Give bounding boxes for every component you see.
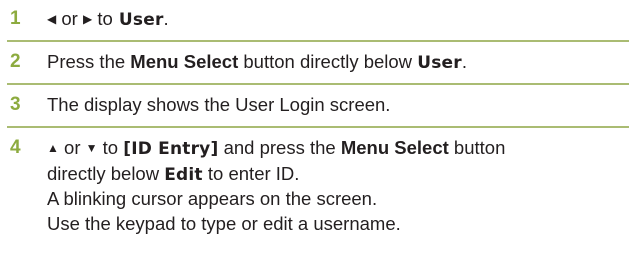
directly-below-text: directly below	[47, 162, 160, 184]
step-line-4: Use the keypad to type or edit a usernam…	[47, 212, 401, 234]
or-text: or	[61, 8, 78, 29]
period: .	[163, 8, 169, 29]
down-arrow-icon: ▼	[85, 141, 98, 155]
to-text: to	[97, 8, 113, 29]
menu-select-label: Menu Select	[130, 51, 239, 72]
step-text: ▲ or ▼ to [ID Entry] and press the Menu …	[47, 136, 629, 236]
step-text: The display shows the User Login screen.	[47, 94, 391, 115]
and-press-text: and press the	[223, 137, 336, 158]
step-line-3: A blinking cursor appears on the screen.	[47, 188, 378, 209]
user-label: User	[118, 10, 164, 30]
id-entry-label: [ID Entry]	[123, 139, 219, 159]
up-arrow-icon: ▲	[47, 141, 59, 155]
step-3: 3 The display shows the User Login scree…	[7, 88, 629, 128]
step-number: 1	[10, 8, 21, 29]
step-text: ◀ or ▶ to User.	[47, 7, 629, 32]
step-number: 3	[10, 94, 21, 115]
press-text: Press the	[47, 51, 126, 72]
enter-id-text: to enter ID.	[207, 162, 300, 184]
right-arrow-icon: ▶	[82, 12, 93, 26]
step-line-1: ▲ or ▼ to [ID Entry] and press the Menu …	[47, 136, 629, 162]
step-2: 2 Press the Menu Select button directly …	[7, 45, 629, 85]
instruction-text: button directly below	[243, 51, 413, 72]
step-number: 4	[10, 137, 21, 158]
step-text: Press the Menu Select button directly be…	[47, 50, 629, 75]
user-label: User	[417, 53, 462, 73]
step-1: 1 ◀ or ▶ to User.	[7, 0, 629, 42]
left-arrow-icon: ◀	[47, 12, 57, 26]
button-text: button	[453, 137, 506, 158]
menu-select-label: Menu Select	[340, 137, 449, 158]
to-text: to	[102, 137, 119, 158]
step-line-2: directly below Edit to enter ID.	[47, 162, 629, 188]
step-4: 4 ▲ or ▼ to [ID Entry] and press the Men…	[7, 132, 629, 260]
step-number: 2	[10, 51, 21, 72]
edit-label: Edit	[164, 164, 203, 185]
or-text: or	[64, 137, 81, 158]
period: .	[461, 51, 467, 72]
